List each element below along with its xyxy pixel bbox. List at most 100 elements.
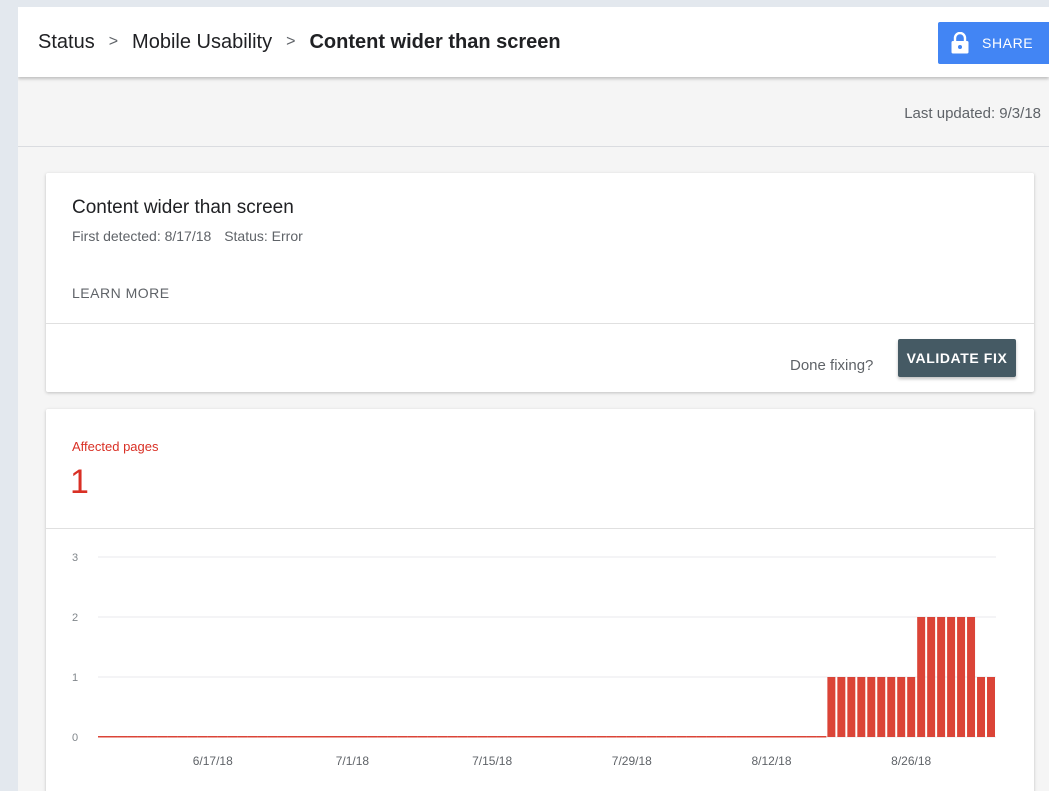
bar[interactable] xyxy=(167,736,178,738)
bar[interactable] xyxy=(676,736,687,738)
bar[interactable] xyxy=(417,736,428,738)
learn-more-link[interactable]: LEARN MORE xyxy=(72,285,170,301)
bar[interactable] xyxy=(377,736,388,738)
bar[interactable] xyxy=(187,736,198,738)
bar[interactable] xyxy=(157,736,168,738)
bar[interactable] xyxy=(297,736,308,738)
bar[interactable] xyxy=(267,736,278,738)
bar[interactable] xyxy=(287,736,298,738)
bar[interactable] xyxy=(487,736,498,738)
bar[interactable] xyxy=(666,736,677,738)
bar[interactable] xyxy=(477,736,488,738)
bar[interactable] xyxy=(237,736,248,738)
bar[interactable] xyxy=(917,617,926,737)
bar[interactable] xyxy=(497,736,508,738)
bar[interactable] xyxy=(937,617,946,737)
bar[interactable] xyxy=(467,736,478,738)
bar[interactable] xyxy=(947,617,956,737)
bar[interactable] xyxy=(786,736,797,738)
bar[interactable] xyxy=(427,736,438,738)
bar[interactable] xyxy=(696,736,707,738)
validate-fix-button[interactable]: VALIDATE FIX xyxy=(898,339,1016,377)
bar[interactable] xyxy=(857,677,866,737)
bar[interactable] xyxy=(347,736,358,738)
bar[interactable] xyxy=(646,736,657,738)
bar[interactable] xyxy=(177,736,188,738)
card-divider xyxy=(46,323,1034,324)
bar[interactable] xyxy=(907,677,916,737)
bar[interactable] xyxy=(776,736,787,738)
bar[interactable] xyxy=(987,677,995,737)
bar[interactable] xyxy=(556,736,567,738)
bar[interactable] xyxy=(387,736,398,738)
bar[interactable] xyxy=(517,736,528,738)
breadcrumb-item-status[interactable]: Status xyxy=(38,31,95,54)
bar[interactable] xyxy=(307,736,318,738)
bar[interactable] xyxy=(706,736,717,738)
share-button[interactable]: SHARE xyxy=(938,22,1049,64)
bar[interactable] xyxy=(327,736,338,738)
bar[interactable] xyxy=(217,736,228,738)
bar[interactable] xyxy=(716,736,727,738)
bar[interactable] xyxy=(726,736,737,738)
bar[interactable] xyxy=(257,736,268,738)
bar[interactable] xyxy=(207,736,218,738)
bar[interactable] xyxy=(816,736,827,738)
bar[interactable] xyxy=(957,617,966,737)
x-tick-label: 7/29/18 xyxy=(612,754,652,768)
bar[interactable] xyxy=(547,736,557,738)
bar[interactable] xyxy=(736,736,747,738)
bar[interactable] xyxy=(897,677,906,737)
bar[interactable] xyxy=(827,677,836,737)
bar[interactable] xyxy=(277,736,288,738)
breadcrumb-item-mobile-usability[interactable]: Mobile Usability xyxy=(132,31,272,54)
bar[interactable] xyxy=(616,736,627,738)
bar[interactable] xyxy=(337,736,348,738)
bar[interactable] xyxy=(626,736,637,738)
bar[interactable] xyxy=(576,736,587,738)
bar[interactable] xyxy=(867,677,876,737)
bar[interactable] xyxy=(796,736,807,738)
bar[interactable] xyxy=(137,736,148,738)
bar[interactable] xyxy=(197,736,208,738)
bar[interactable] xyxy=(636,736,647,738)
bar[interactable] xyxy=(837,677,846,737)
bar[interactable] xyxy=(847,677,856,737)
bar[interactable] xyxy=(756,736,767,738)
bar[interactable] xyxy=(447,736,458,738)
bar[interactable] xyxy=(227,736,238,738)
breadcrumb: Status > Mobile Usability > Content wide… xyxy=(38,7,561,77)
bar[interactable] xyxy=(407,736,418,738)
bar[interactable] xyxy=(457,736,468,738)
bar[interactable] xyxy=(247,736,258,738)
bar[interactable] xyxy=(537,736,547,738)
bar[interactable] xyxy=(527,736,538,738)
first-detected-text: First detected: 8/17/18 xyxy=(72,228,212,244)
bar[interactable] xyxy=(147,736,158,738)
bar[interactable] xyxy=(656,736,667,738)
bar[interactable] xyxy=(596,736,607,738)
bar[interactable] xyxy=(566,736,577,738)
bar[interactable] xyxy=(107,736,118,738)
bar[interactable] xyxy=(967,617,976,737)
bar[interactable] xyxy=(887,677,896,737)
bar[interactable] xyxy=(877,677,886,737)
bar[interactable] xyxy=(437,736,448,738)
bar[interactable] xyxy=(397,736,408,738)
issue-title: Content wider than screen xyxy=(72,197,294,218)
bar[interactable] xyxy=(977,677,986,737)
bar[interactable] xyxy=(317,736,328,738)
bar[interactable] xyxy=(507,736,518,738)
bar[interactable] xyxy=(117,736,128,738)
bar[interactable] xyxy=(606,736,617,738)
bar[interactable] xyxy=(746,736,757,738)
bar[interactable] xyxy=(357,736,368,738)
bar[interactable] xyxy=(127,736,138,738)
bar[interactable] xyxy=(766,736,777,738)
bar[interactable] xyxy=(927,617,936,737)
bar[interactable] xyxy=(98,736,108,738)
bar[interactable] xyxy=(586,736,597,738)
bar[interactable] xyxy=(806,736,817,738)
bar[interactable] xyxy=(367,736,378,738)
bar[interactable] xyxy=(686,736,697,738)
